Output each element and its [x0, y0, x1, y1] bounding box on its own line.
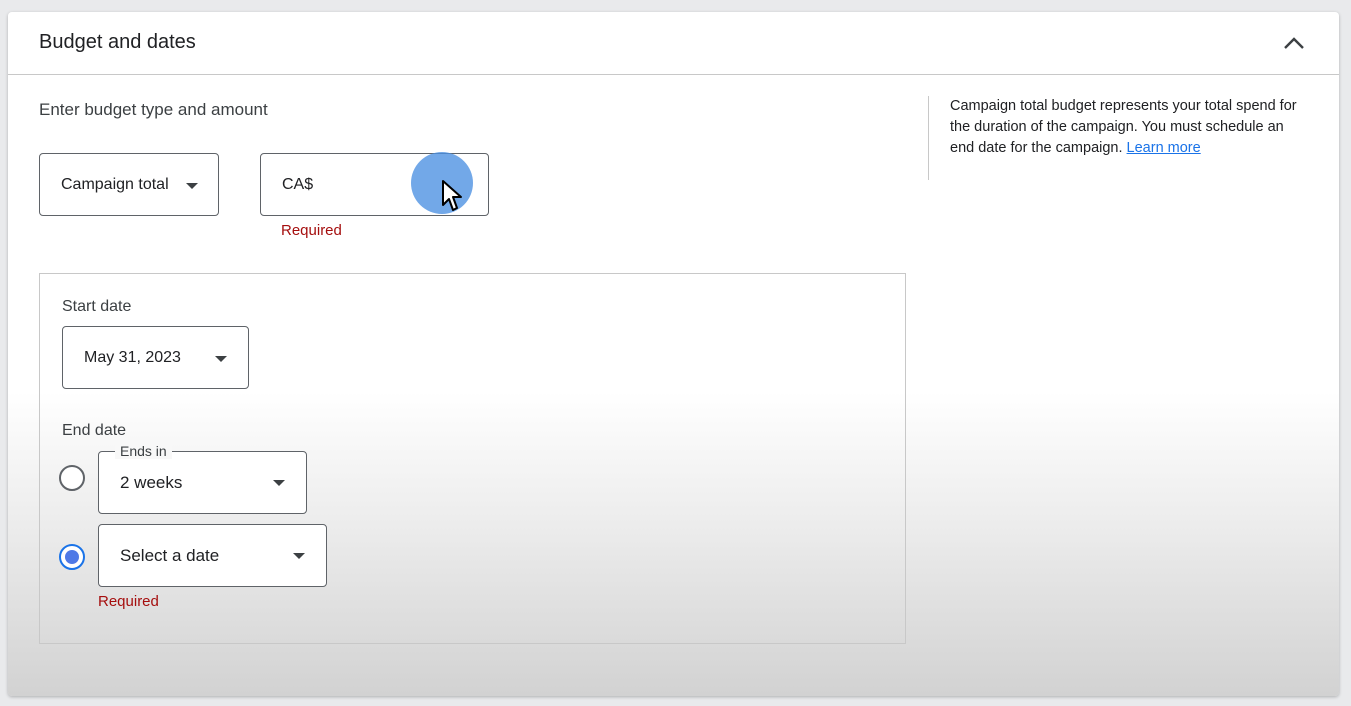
- collapse-button[interactable]: [1279, 28, 1309, 58]
- start-date-label: Start date: [62, 298, 132, 315]
- card-header[interactable]: Budget and dates: [8, 12, 1339, 75]
- dropdown-arrow-icon: [186, 183, 198, 189]
- budget-type-select[interactable]: Campaign total: [39, 153, 219, 216]
- end-date-value: Select a date: [120, 546, 220, 565]
- ends-in-select[interactable]: Ends in 2 weeks: [98, 443, 307, 514]
- ends-in-value: 2 weeks: [120, 473, 183, 492]
- end-date-select[interactable]: Select a date: [98, 524, 327, 587]
- dropdown-arrow-icon: [215, 356, 227, 362]
- help-text: Campaign total budget represents your to…: [950, 96, 1298, 159]
- currency-prefix: CA$: [282, 176, 314, 193]
- radio-ends-in[interactable]: [59, 465, 85, 491]
- radio-select-date[interactable]: [59, 544, 85, 570]
- budget-section-label: Enter budget type and amount: [39, 100, 268, 119]
- chevron-up-icon: [1284, 37, 1304, 49]
- mouse-cursor-icon: [442, 180, 462, 211]
- dropdown-arrow-icon: [273, 480, 285, 486]
- end-date-required-error: Required: [98, 593, 159, 610]
- help-description: Campaign total budget represents your to…: [950, 98, 1297, 156]
- start-date-select[interactable]: May 31, 2023: [62, 326, 249, 389]
- ends-in-legend: Ends in: [115, 443, 172, 459]
- amount-required-error: Required: [281, 222, 342, 239]
- dropdown-arrow-icon: [293, 553, 305, 559]
- start-date-value: May 31, 2023: [84, 349, 181, 366]
- dates-panel: Start date May 31, 2023 End date Ends in…: [39, 273, 906, 644]
- learn-more-link[interactable]: Learn more: [1127, 140, 1201, 156]
- budget-type-value: Campaign total: [61, 176, 169, 193]
- help-panel: Campaign total budget represents your to…: [928, 96, 1298, 180]
- budget-and-dates-card: Budget and dates Enter budget type and a…: [8, 12, 1339, 696]
- card-title: Budget and dates: [39, 31, 196, 53]
- end-date-label: End date: [62, 422, 127, 439]
